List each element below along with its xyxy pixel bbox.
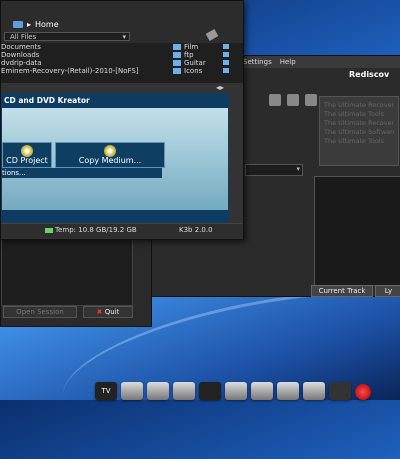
media-info-panel: The Ultimate Recovery Time The Ultimate … xyxy=(319,96,399,166)
cd-project-button[interactable]: CD Project xyxy=(2,142,52,168)
temp-icon xyxy=(45,228,53,233)
toolbar-camera-icon[interactable] xyxy=(269,94,281,106)
list-item[interactable]: Documents Film xyxy=(1,43,243,51)
copy-medium-button[interactable]: Copy Medium... xyxy=(55,142,165,168)
menu-settings[interactable]: Settings xyxy=(243,58,272,66)
ly-button[interactable]: Ly xyxy=(375,285,400,297)
current-track-button[interactable]: Current Track xyxy=(311,285,373,297)
info-line: The Ultimate Software xyxy=(324,128,394,136)
chevron-down-icon: ▾ xyxy=(296,165,300,173)
chevron-down-icon: ▾ xyxy=(122,33,126,41)
terminal-icon[interactable] xyxy=(251,382,273,400)
status-bar: Temp: 10.8 GB/19.2 GB K3b 2.0.0 xyxy=(1,223,243,238)
breadcrumb[interactable]: ▸ Home xyxy=(13,20,59,29)
version-label: K3b 2.0.0 xyxy=(179,226,213,234)
toolbar-bike-icon[interactable] xyxy=(287,94,299,106)
file-name: Documents xyxy=(1,43,41,51)
background-panel xyxy=(1,236,133,306)
monitor-icon[interactable] xyxy=(225,382,247,400)
info-line: The Ultimate Recovery xyxy=(324,119,394,127)
media-icon[interactable] xyxy=(121,382,143,400)
folder-icon xyxy=(173,52,181,58)
copy-medium-label: Copy Medium... xyxy=(78,156,142,165)
info-line: The Ultimate Tools xyxy=(324,110,385,118)
project-footer xyxy=(2,210,228,222)
breadcrumb-home[interactable]: Home xyxy=(35,20,59,29)
tv-icon[interactable]: TV xyxy=(95,382,117,400)
project-panel: CD and DVD Kreator CD Project Copy Mediu… xyxy=(1,93,229,223)
diamond-icon[interactable] xyxy=(199,382,221,400)
close-icon: ✖ xyxy=(96,308,105,316)
project-title: CD and DVD Kreator xyxy=(2,94,228,108)
folder-icon xyxy=(223,68,229,73)
list-item[interactable]: dvdrip-data Guitar xyxy=(1,59,243,67)
photo-icon[interactable] xyxy=(173,382,195,400)
quit-label: Quit xyxy=(104,308,120,316)
file-panel-header: ▸ Home All Files ▾ xyxy=(1,1,243,43)
image-icon[interactable] xyxy=(147,382,169,400)
file-list: Documents Film Downloads ftp dvdrip-data… xyxy=(1,43,243,83)
list-item[interactable]: Eminem-Recovery-(Retail)-2010-[NoFS] Ico… xyxy=(1,67,243,75)
folder-icon xyxy=(223,52,229,57)
list-item[interactable]: Downloads ftp xyxy=(1,51,243,59)
cd-project-label: CD Project xyxy=(6,156,48,165)
media-view-area xyxy=(314,176,400,286)
dock: TV xyxy=(95,378,400,400)
file-name: Guitar xyxy=(184,59,206,67)
folder-icon xyxy=(223,60,229,65)
drive-icon[interactable] xyxy=(303,382,325,400)
folder-icon xyxy=(173,44,181,50)
info-line: The Ultimate Recovery Time xyxy=(324,101,394,109)
temp-status: Temp: 10.8 GB/19.2 GB xyxy=(55,226,137,234)
quit-button[interactable]: ✖ Quit xyxy=(83,306,133,318)
k3b-window: ▸ Home All Files ▾ Documents Film Downlo… xyxy=(0,0,244,240)
red-icon[interactable] xyxy=(355,384,371,400)
more-actions-button[interactable]: tions... xyxy=(2,168,162,178)
file-filter-value: All Files xyxy=(10,33,37,41)
breadcrumb-arrow-icon: ▸ xyxy=(27,20,32,29)
folder-icon xyxy=(223,44,229,49)
wrench-icon[interactable] xyxy=(205,29,219,41)
menu-help[interactable]: Help xyxy=(280,58,296,66)
open-session-button[interactable]: Open Session xyxy=(3,306,77,318)
tools-icon[interactable] xyxy=(277,382,299,400)
toolbar-home-icon[interactable] xyxy=(305,94,317,106)
media-title: Rediscov xyxy=(349,70,390,79)
file-name: Film xyxy=(184,43,199,51)
file-name: ftp xyxy=(184,51,194,59)
folder-icon xyxy=(173,60,181,66)
display-icon[interactable] xyxy=(329,382,351,400)
folder-icon xyxy=(173,68,181,74)
folder-icon xyxy=(13,21,23,28)
media-combo[interactable]: ▾ xyxy=(245,164,303,176)
file-name: Eminem-Recovery-(Retail)-2010-[NoFS] xyxy=(1,67,139,75)
file-filter[interactable]: All Files ▾ xyxy=(4,32,130,41)
file-name: Icons xyxy=(184,67,203,75)
scroll-arrows[interactable]: ◂▸ xyxy=(216,83,224,92)
file-name: Downloads xyxy=(1,51,40,59)
media-toolbar xyxy=(269,94,317,106)
file-name: dvdrip-data xyxy=(1,59,42,67)
info-line: The Ultimate Tools xyxy=(324,137,385,145)
